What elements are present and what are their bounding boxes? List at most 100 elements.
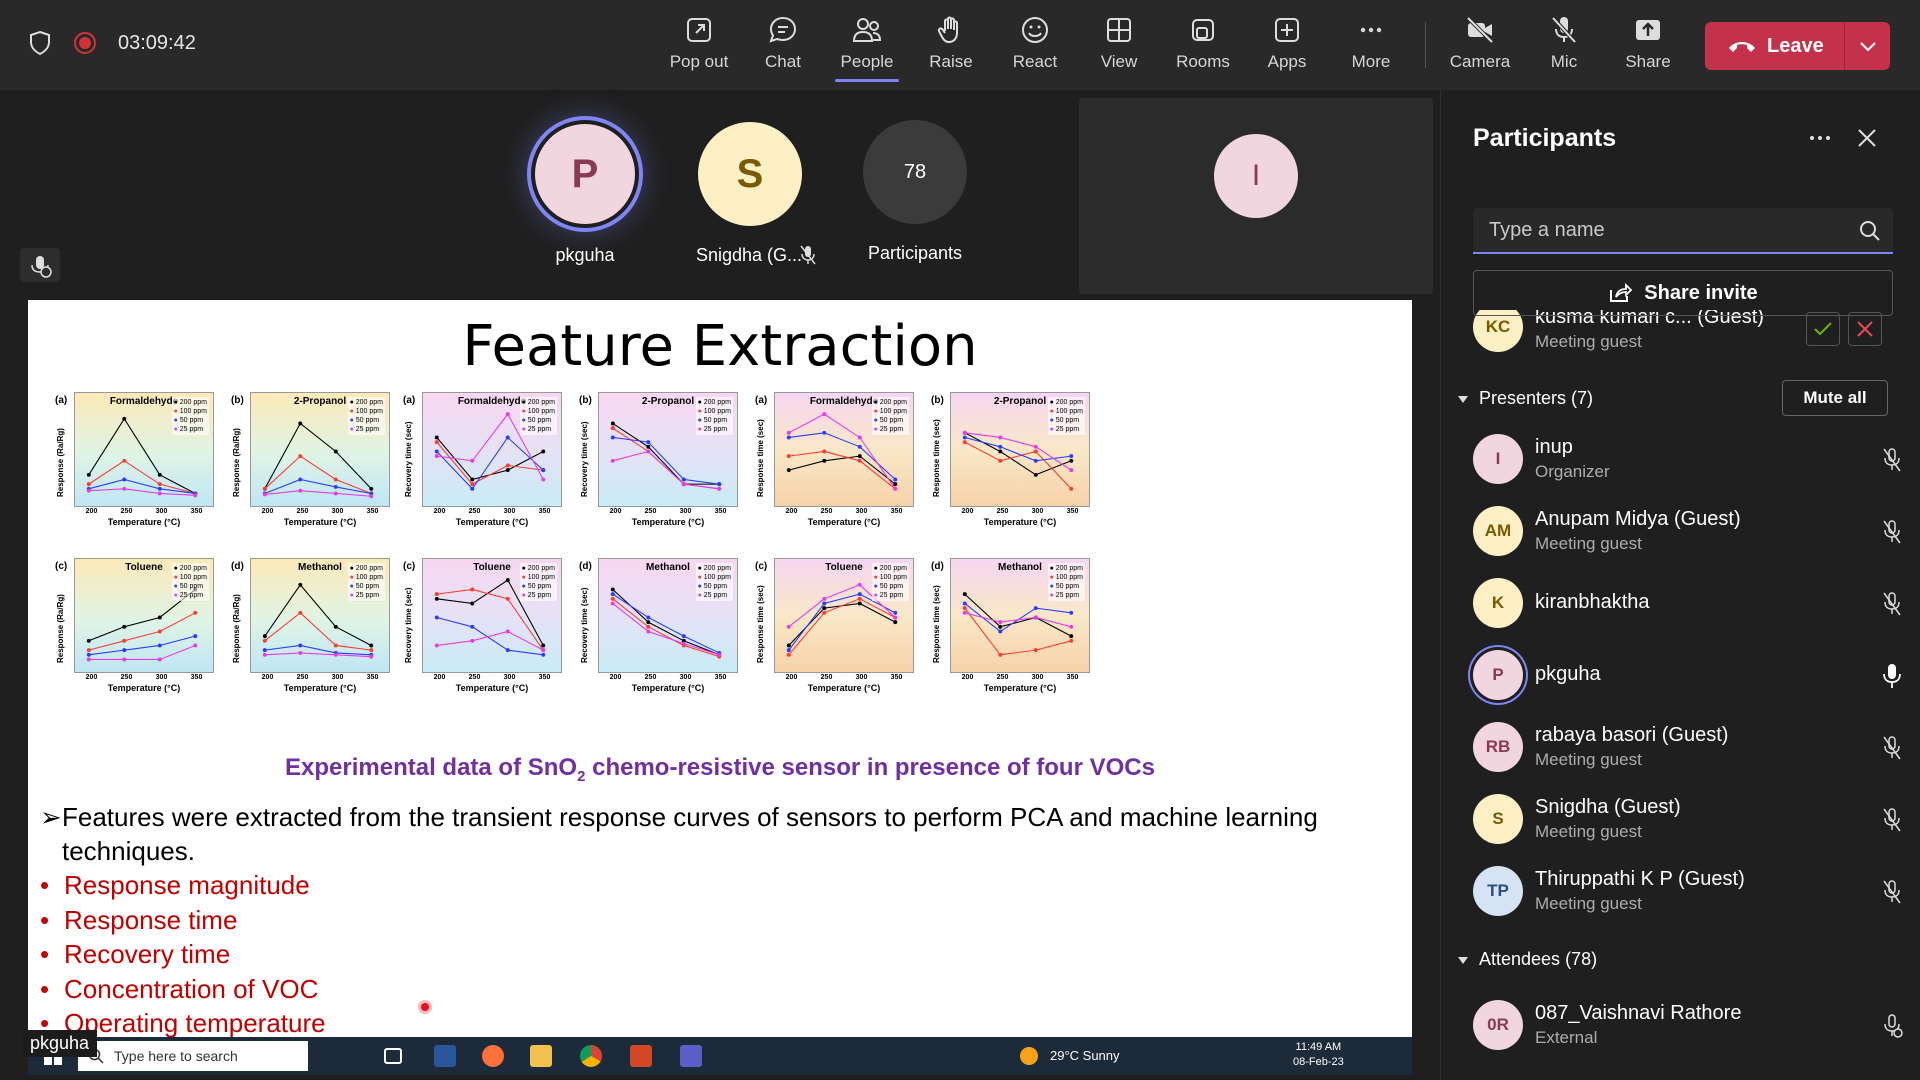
pop-out-button[interactable]: Pop out (659, 14, 739, 80)
participant-name: Anupam Midya (Guest) (1535, 508, 1741, 530)
leave-label: Leave (1767, 34, 1824, 57)
mic-button[interactable]: Mic (1524, 14, 1604, 80)
legend-text: 50 ppm (355, 417, 380, 424)
x-tick: 300 (503, 508, 516, 515)
camera-button[interactable]: Camera (1440, 14, 1520, 80)
rooms-button[interactable]: Rooms (1163, 14, 1243, 80)
y-axis-label: Response (Ra/Rg) (56, 594, 65, 663)
x-tick: 350 (190, 508, 203, 515)
mute-all-button[interactable]: Mute all (1782, 380, 1888, 416)
smiley-icon (1022, 17, 1048, 43)
y-axis-label: Response time (sec) (756, 419, 765, 497)
legend-text: 200 ppm (179, 565, 207, 572)
legend-item: ● 25 ppm (521, 426, 552, 433)
raise-label: Raise (929, 52, 973, 71)
legend-item: ● 50 ppm (697, 583, 728, 590)
panel-more-icon[interactable] (1807, 128, 1833, 148)
legend-text: 50 ppm (879, 583, 904, 590)
legend-text: 50 ppm (527, 583, 552, 590)
attendees-section-toggle[interactable]: Attendees (78) (1457, 949, 1597, 970)
people-button[interactable]: People (827, 14, 907, 82)
legend-item: ● 100 ppm (173, 574, 207, 581)
legend-text: 100 ppm (355, 408, 383, 415)
chart-legend: ● 200 ppm ● 100 ppm ● 50 ppm ● 25 ppm (695, 397, 733, 435)
legend-item: ● 50 ppm (697, 417, 728, 424)
participant-row[interactable]: Ppkguha (1473, 646, 1913, 706)
task-view-icon (384, 1048, 402, 1064)
react-button[interactable]: React (995, 14, 1075, 80)
legend-text: 50 ppm (703, 417, 728, 424)
close-icon[interactable] (1855, 126, 1879, 150)
x-tick: 200 (785, 508, 798, 515)
leave-button[interactable]: Leave (1705, 22, 1845, 70)
participant-row[interactable]: 0R 087_Vaishnavi Rathore External (1473, 996, 1913, 1056)
rooms-icon (1192, 19, 1214, 41)
weather-text: 29°C Sunny (1050, 1048, 1120, 1063)
legend-text: 100 ppm (703, 574, 731, 581)
chart-legend: ● 200 ppm ● 100 ppm ● 50 ppm ● 25 ppm (347, 397, 385, 435)
chart-legend: ● 200 ppm ● 100 ppm ● 50 ppm ● 25 ppm (519, 563, 557, 601)
participant-row[interactable]: AM Anupam Midya (Guest) Meeting guest (1473, 502, 1913, 562)
legend-text: 200 ppm (179, 399, 207, 406)
mic-off-icon (1551, 16, 1577, 44)
legend-item: ● 100 ppm (521, 574, 555, 581)
chat-label: Chat (765, 52, 801, 71)
participant-search-input[interactable]: Type a name (1473, 208, 1893, 254)
deny-button[interactable] (1848, 312, 1882, 346)
chart-panel-label: (a) (755, 395, 768, 406)
participant-row[interactable]: Iinup Organizer (1473, 430, 1913, 490)
chart-panel-label: (b) (931, 395, 944, 406)
legend-text: 200 ppm (527, 399, 555, 406)
legend-text: 25 ppm (527, 592, 552, 599)
x-axis-label: Temperature (°C) (283, 517, 357, 527)
x-tick-labels: 200 250 300 350 (74, 508, 214, 515)
admit-button[interactable] (1806, 312, 1840, 346)
ellipsis-icon (1360, 27, 1382, 33)
x-tick: 250 (120, 508, 133, 515)
more-button[interactable]: More (1331, 14, 1411, 80)
participant-name: kiranbhaktha (1535, 591, 1650, 613)
x-tick: 350 (714, 674, 727, 681)
participant-row[interactable]: Kkiranbhaktha (1473, 574, 1913, 634)
mini-chart: (d) Methanol ● 200 ppm ● 100 ppm ● 50 ppm ● 2… (231, 558, 390, 673)
apps-button[interactable]: Apps (1247, 14, 1327, 80)
x-tick: 250 (820, 508, 833, 515)
avatar-pkguha[interactable]: P (527, 116, 643, 232)
mic-off-icon (1883, 808, 1901, 832)
share-invite-button[interactable]: Share invite (1473, 270, 1893, 316)
mini-chart: (c) Toluene ● 200 ppm ● 100 ppm ● 50 ppm ● 25… (403, 558, 562, 673)
share-button[interactable]: Share (1608, 14, 1688, 80)
view-button[interactable]: View (1079, 14, 1159, 80)
leave-options-button[interactable] (1845, 40, 1890, 52)
chat-button[interactable]: Chat (743, 14, 823, 80)
search-icon (1860, 221, 1880, 241)
x-tick-labels: 200 250 300 350 (422, 674, 562, 681)
self-avatar: I (1214, 134, 1298, 218)
raise-hand-button[interactable]: Raise (911, 14, 991, 80)
legend-text: 50 ppm (179, 417, 204, 424)
legend-item: ● 200 ppm (1049, 399, 1083, 406)
avatar-initial: S (736, 151, 764, 196)
x-tick-labels: 200 250 300 350 (250, 508, 390, 515)
legend-item: ● 200 ppm (1049, 565, 1083, 572)
legend-text: 100 ppm (703, 408, 731, 415)
legend-item: ● 25 ppm (1049, 426, 1080, 433)
legend-text: 100 ppm (879, 408, 907, 415)
react-label: React (1012, 52, 1058, 71)
participant-name: pkguha (1535, 663, 1601, 685)
avatar: I (1473, 434, 1523, 484)
participant-row[interactable]: S Snigdha (Guest) Meeting guest (1473, 790, 1913, 850)
mini-chart: (b) 2-Propanol ● 200 ppm ● 100 ppm ● 50 ppm ●… (579, 392, 738, 507)
mini-chart: (d) Methanol ● 200 ppm ● 100 ppm ● 50 ppm ● 2… (579, 558, 738, 673)
participant-row[interactable]: RB rabaya basori (Guest) Meeting guest (1473, 718, 1913, 778)
avatar: P (1473, 650, 1523, 700)
x-tick: 350 (1066, 674, 1079, 681)
y-axis-label: Response time (sec) (932, 419, 941, 497)
shared-taskbar: Type here to search 29°C Sunny 11:49 AM … (28, 1037, 1412, 1075)
presenters-section-toggle[interactable]: Presenters (7) (1457, 388, 1593, 409)
avatar-snigdha[interactable]: S (698, 122, 802, 226)
x-tick: 250 (120, 674, 133, 681)
legend-item: ● 100 ppm (697, 408, 731, 415)
participants-count-tile[interactable]: 78 (863, 120, 967, 224)
participant-row[interactable]: TP Thiruppathi K P (Guest) Meeting guest (1473, 862, 1913, 922)
